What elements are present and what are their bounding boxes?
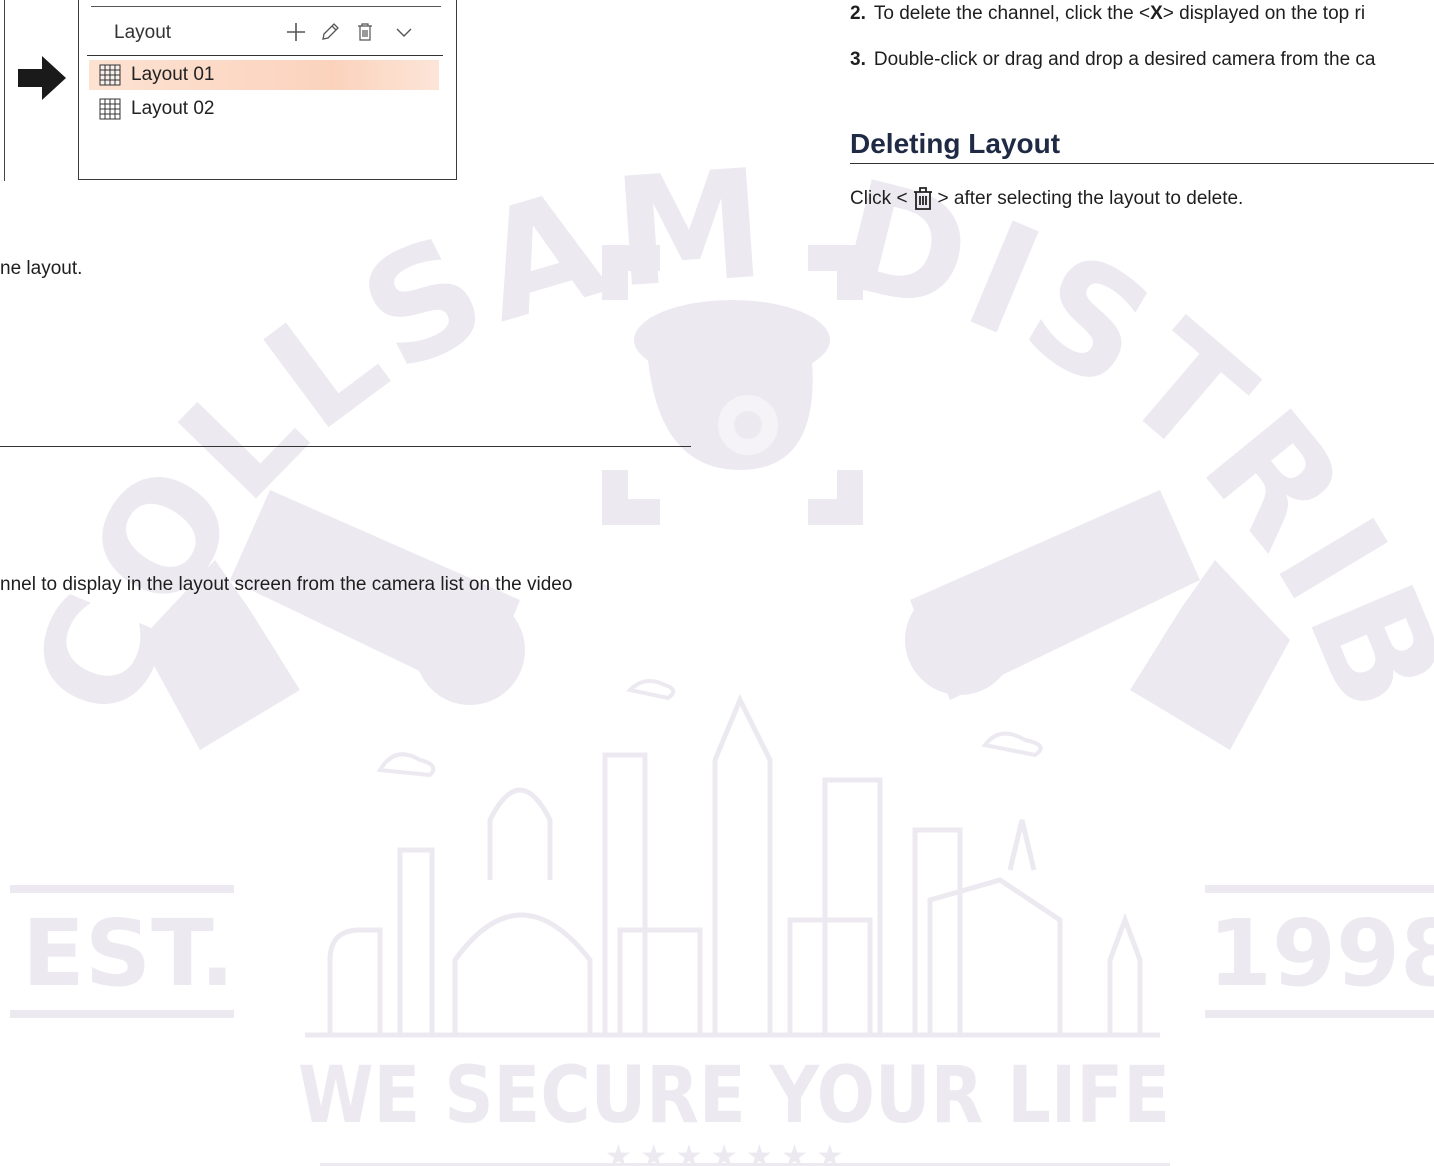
body-text-fragment: nnel to display in the layout screen fro… [0,574,573,595]
layout-item-01[interactable]: Layout 01 [89,60,439,90]
edit-layout-button[interactable] [318,20,342,44]
step-number: 3. [850,49,866,70]
pencil-icon [322,23,339,40]
add-layout-button[interactable] [284,20,308,44]
step-bold: X [1150,3,1163,24]
layout-item-02[interactable]: Layout 02 [89,94,439,124]
layout-grid-icon [99,98,121,120]
delete-layout-button[interactable] [353,20,377,44]
previous-panel-edge [0,0,5,181]
layout-grid-icon [99,64,121,86]
layout-panel: Layout Layout 01 Layout 02 [78,0,457,180]
expand-layout-button[interactable] [392,20,416,44]
right-arrow-icon [18,56,66,100]
instruction-text: > after selecting the layout to delete. [937,188,1244,209]
delete-instruction: Click < > after selecting the layout to … [850,186,1243,212]
step-3: 3. Double-click or drag and drop a desire… [850,49,1376,71]
step-text: Double-click or drag and drop a desired … [873,49,1376,70]
body-text-fragment: ne layout. [0,258,83,279]
layout-panel-title: Layout [114,22,172,43]
layout-item-label: Layout 02 [131,98,215,119]
section-heading: Deleting Layout [850,128,1061,159]
trash-icon [358,23,372,41]
plus-icon [287,23,305,41]
step-text: To delete the channel, click the < [873,3,1151,24]
step-2: 2. To delete the channel, click the <X> d… [850,3,1365,25]
step-text: > displayed on the top ri [1162,3,1366,24]
chevron-down-icon [396,28,412,37]
panel-top-divider [91,6,441,7]
instruction-text: Click < [850,188,908,209]
layout-item-label: Layout 01 [131,64,215,85]
section-heading-underline [850,163,1434,164]
layout-panel-header: Layout [91,18,441,52]
section-divider [0,446,691,447]
step-number: 2. [850,3,866,24]
panel-header-divider [87,55,443,56]
trash-icon [913,187,932,210]
